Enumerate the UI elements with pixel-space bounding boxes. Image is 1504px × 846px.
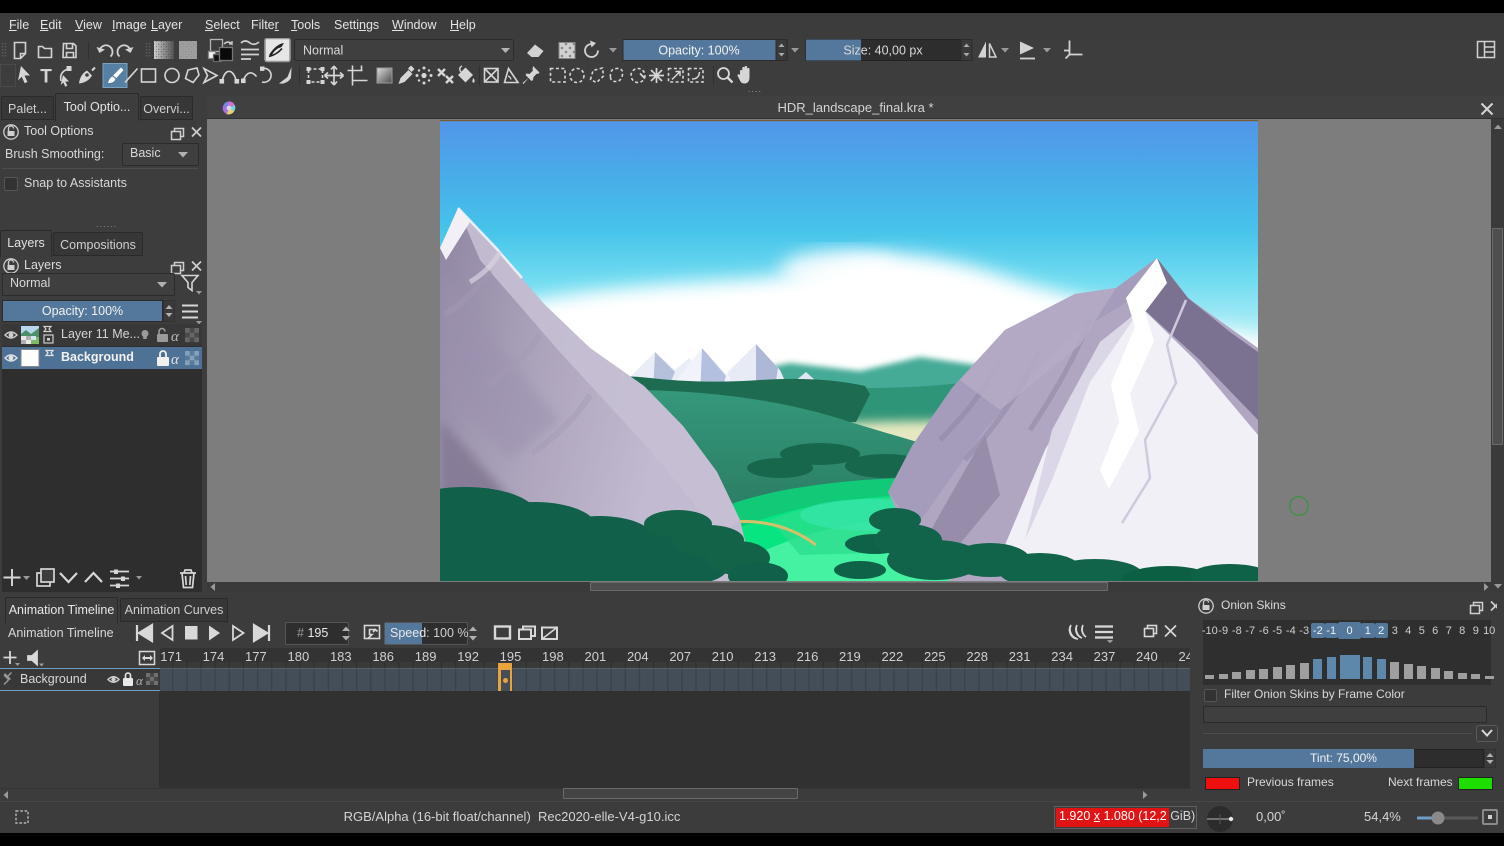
svg-text:Normal: Normal	[303, 44, 343, 58]
svg-text:α: α	[171, 329, 180, 345]
svg-text:Opacity: 100%: Opacity: 100%	[658, 44, 739, 58]
svg-text:α: α	[171, 352, 180, 368]
svg-text:α: α	[136, 673, 144, 688]
svg-text:T: T	[40, 67, 52, 88]
svg-text:Size: 40,00 px: Size: 40,00 px	[843, 44, 923, 58]
